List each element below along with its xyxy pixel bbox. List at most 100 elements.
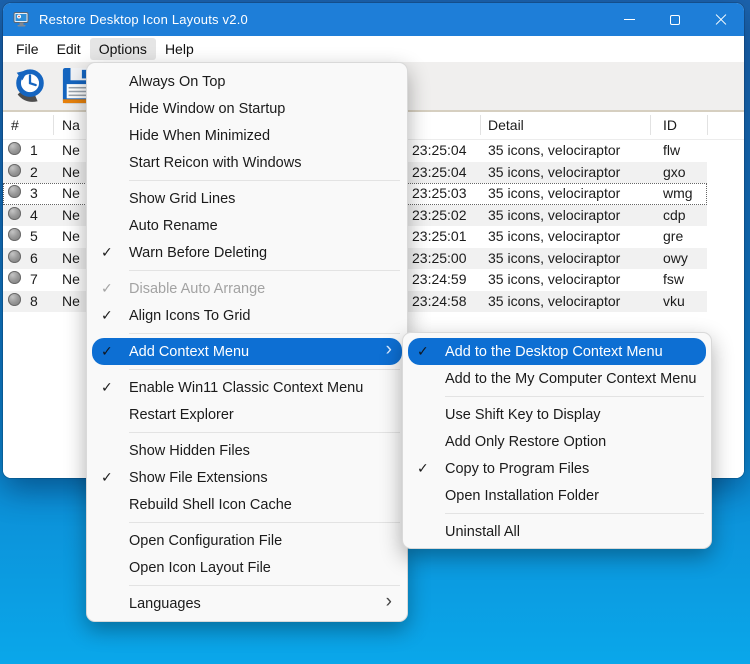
restore-layout-button[interactable]: [10, 66, 50, 106]
desktop-background: Restore Desktop Icon Layouts v2.0 FileEd…: [0, 0, 750, 664]
menu-item-label: Show Grid Lines: [129, 191, 235, 207]
row-time: 23:24:58: [412, 293, 467, 309]
menu-item-label: Add Only Restore Option: [445, 434, 606, 450]
menu-item-label: Add to the Desktop Context Menu: [445, 344, 663, 360]
row-time: 23:25:04: [412, 142, 467, 158]
column-separator[interactable]: [707, 115, 708, 135]
row-id: gre: [663, 228, 683, 244]
menu-item-label: Start Reicon with Windows: [129, 155, 301, 171]
menu-item-hide-when-minimized[interactable]: Hide When Minimized: [92, 122, 402, 149]
menu-item-start-reicon-with-windows[interactable]: Start Reicon with Windows: [92, 149, 402, 176]
layout-ball-icon[interactable]: [8, 142, 21, 155]
row-id: vku: [663, 293, 685, 309]
menu-item-label: Use Shift Key to Display: [445, 407, 601, 423]
layout-ball-icon[interactable]: [8, 207, 21, 220]
menu-item-languages[interactable]: Languages ›: [92, 590, 402, 617]
menubar-item-help[interactable]: Help: [156, 38, 203, 60]
row-name: Ne: [62, 142, 80, 158]
menubar-item-options[interactable]: Options: [90, 38, 156, 60]
clock-restore-icon: [11, 67, 49, 105]
add-context-menu-submenu: ✓Add to the Desktop Context MenuAdd to t…: [402, 332, 712, 549]
layout-ball-icon[interactable]: [8, 228, 21, 241]
menu-item-label: Align Icons To Grid: [129, 308, 250, 324]
row-number: 3: [30, 185, 38, 201]
row-name: Ne: [62, 293, 80, 309]
layout-ball-icon[interactable]: [8, 164, 21, 177]
close-icon: [715, 14, 727, 26]
column-header-id[interactable]: ID: [663, 117, 677, 133]
menu-item-open-icon-layout-file[interactable]: Open Icon Layout File: [92, 554, 402, 581]
menu-item-warn-before-deleting[interactable]: ✓Warn Before Deleting: [92, 239, 402, 266]
menubar-item-file[interactable]: File: [7, 38, 48, 60]
menu-item-use-shift-key-to-display[interactable]: Use Shift Key to Display: [408, 401, 706, 428]
layout-ball-icon[interactable]: [8, 185, 21, 198]
layout-ball-icon[interactable]: [8, 293, 21, 306]
menu-item-restart-explorer[interactable]: Restart Explorer: [92, 401, 402, 428]
maximize-button[interactable]: [652, 3, 698, 36]
row-name: Ne: [62, 207, 80, 223]
menu-item-auto-rename[interactable]: Auto Rename: [92, 212, 402, 239]
menu-item-copy-to-program-files[interactable]: ✓Copy to Program Files: [408, 455, 706, 482]
row-name: Ne: [62, 271, 80, 287]
menu-item-label: Languages: [129, 596, 201, 612]
layout-ball-icon[interactable]: [8, 271, 21, 284]
row-time: 23:25:02: [412, 207, 467, 223]
checkmark-icon: ✓: [101, 280, 125, 297]
menu-item-label: Open Configuration File: [129, 533, 282, 549]
menu-item-open-installation-folder[interactable]: Open Installation Folder: [408, 482, 706, 509]
menu-separator: [87, 329, 407, 338]
column-header-name[interactable]: Na: [62, 117, 80, 133]
menu-item-rebuild-shell-icon-cache[interactable]: Rebuild Shell Icon Cache: [92, 491, 402, 518]
column-header-number[interactable]: #: [11, 117, 19, 133]
menu-item-enable-win11-classic-context-menu[interactable]: ✓Enable Win11 Classic Context Menu: [92, 374, 402, 401]
row-number: 6: [30, 250, 38, 266]
column-separator[interactable]: [53, 115, 54, 135]
menu-item-align-icons-to-grid[interactable]: ✓Align Icons To Grid: [92, 302, 402, 329]
menu-item-add-to-the-desktop-context-menu[interactable]: ✓Add to the Desktop Context Menu: [408, 338, 706, 365]
row-name: Ne: [62, 250, 80, 266]
menu-separator: [87, 428, 407, 437]
row-number: 4: [30, 207, 38, 223]
menu-separator: [87, 518, 407, 527]
row-time: 23:25:04: [412, 164, 467, 180]
layout-ball-icon[interactable]: [8, 250, 21, 263]
row-id: cdp: [663, 207, 686, 223]
menu-item-open-configuration-file[interactable]: Open Configuration File: [92, 527, 402, 554]
menu-item-label: Enable Win11 Classic Context Menu: [129, 380, 363, 396]
column-separator[interactable]: [480, 115, 481, 135]
menu-item-label: Always On Top: [129, 74, 225, 90]
checkmark-icon: ✓: [101, 307, 125, 324]
checkmark-icon: ✓: [417, 343, 441, 360]
menu-item-label: Hide When Minimized: [129, 128, 270, 144]
submenu-arrow-icon: ›: [386, 592, 392, 611]
submenu-arrow-icon: ›: [386, 340, 392, 359]
row-name: Ne: [62, 164, 80, 180]
column-separator[interactable]: [650, 115, 651, 135]
menu-item-show-grid-lines[interactable]: Show Grid Lines: [92, 185, 402, 212]
menu-item-show-hidden-files[interactable]: Show Hidden Files: [92, 437, 402, 464]
row-id: fsw: [663, 271, 684, 287]
menubar-item-edit[interactable]: Edit: [48, 38, 90, 60]
row-number: 2: [30, 164, 38, 180]
menu-item-disable-auto-arrange: ✓Disable Auto Arrange: [92, 275, 402, 302]
column-header-detail[interactable]: Detail: [488, 117, 524, 133]
menu-item-add-to-the-my-computer-context-menu[interactable]: Add to the My Computer Context Menu: [408, 365, 706, 392]
menu-item-label: Restart Explorer: [129, 407, 234, 423]
menu-item-uninstall-all[interactable]: Uninstall All: [408, 518, 706, 545]
options-menu-popup: Always On Top Hide Window on Startup Hide …: [86, 62, 408, 622]
titlebar[interactable]: Restore Desktop Icon Layouts v2.0: [3, 3, 744, 36]
menu-item-always-on-top[interactable]: Always On Top: [92, 68, 402, 95]
close-button[interactable]: [698, 3, 744, 36]
row-time: 23:25:03: [412, 185, 467, 201]
menu-separator: [87, 581, 407, 590]
row-detail: 35 icons, velociraptor: [488, 142, 620, 158]
minimize-icon: [624, 19, 635, 20]
menu-item-add-only-restore-option[interactable]: Add Only Restore Option: [408, 428, 706, 455]
menu-item-label: Add to the My Computer Context Menu: [445, 371, 696, 387]
menu-item-hide-window-on-startup[interactable]: Hide Window on Startup: [92, 95, 402, 122]
menu-item-show-file-extensions[interactable]: ✓Show File Extensions: [92, 464, 402, 491]
menu-item-add-context-menu[interactable]: ✓Add Context Menu›: [92, 338, 402, 365]
maximize-icon: [670, 15, 680, 25]
minimize-button[interactable]: [606, 3, 652, 36]
menu-item-label: Rebuild Shell Icon Cache: [129, 497, 292, 513]
